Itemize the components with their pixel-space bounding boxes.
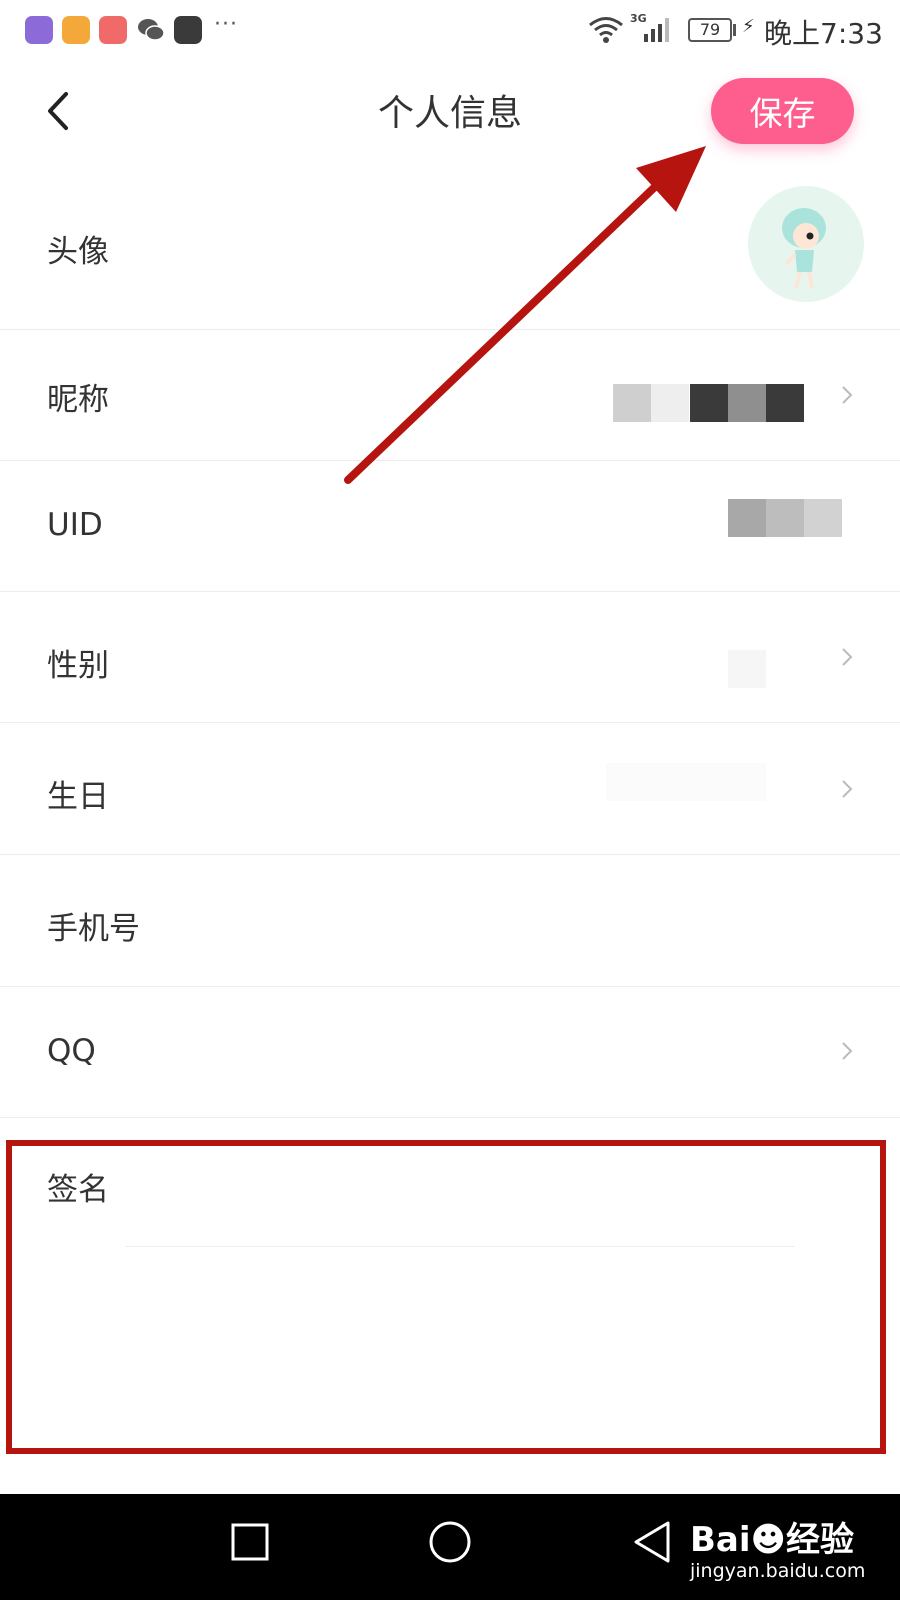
app-icon-1 <box>25 16 53 44</box>
birthday-value-redacted <box>606 763 766 801</box>
uid-value-redacted <box>728 499 766 537</box>
nickname-value-redacted <box>728 384 766 422</box>
row-nickname[interactable]: 昵称 <box>0 330 900 461</box>
more-notifications-icon: ··· <box>214 12 238 37</box>
chevron-right-icon <box>842 648 853 666</box>
status-bar: ··· 3G 79 ⚡ 晚上7:33 <box>0 0 900 62</box>
row-qq[interactable]: QQ <box>0 987 900 1118</box>
row-label: 性别 <box>47 648 109 684</box>
row-label: 头像 <box>47 234 109 270</box>
wechat-icon <box>137 16 165 44</box>
uid-value-redacted <box>804 499 842 537</box>
watermark-url: jingyan.baidu.com <box>690 1560 866 1582</box>
row-label: UID <box>47 507 103 543</box>
system-nav-bar: Bai☻经验 jingyan.baidu.com <box>0 1494 900 1600</box>
chevron-right-icon <box>842 780 853 798</box>
app-icon-3 <box>99 16 127 44</box>
back-nav-button[interactable] <box>632 1520 672 1564</box>
row-birthday[interactable]: 生日 <box>0 723 900 855</box>
battery-icon: 79 <box>688 18 732 42</box>
recent-apps-button[interactable] <box>230 1522 270 1562</box>
row-label: 手机号 <box>47 911 140 947</box>
home-button[interactable] <box>428 1520 472 1564</box>
avatar[interactable] <box>748 186 864 302</box>
nickname-value-redacted <box>766 384 804 422</box>
uid-value-redacted <box>766 499 804 537</box>
row-uid: UID <box>0 461 900 592</box>
chevron-right-icon <box>842 386 853 404</box>
watermark-logo: Bai☻经验 <box>690 1520 854 1560</box>
chevron-right-icon <box>842 1042 853 1060</box>
huawei-store-icon <box>174 16 202 44</box>
gender-value-redacted <box>728 650 766 688</box>
row-label: QQ <box>47 1033 96 1069</box>
wifi-icon <box>589 17 623 43</box>
nickname-value-redacted <box>690 384 728 422</box>
nickname-value-redacted <box>651 384 689 422</box>
battery-tip <box>733 24 736 36</box>
save-button[interactable]: 保存 <box>711 78 854 144</box>
avatar-image <box>782 208 826 289</box>
annotation-highlight-box <box>6 1140 886 1454</box>
charging-icon: ⚡ <box>742 16 755 37</box>
row-phone[interactable]: 手机号 <box>0 855 900 987</box>
row-label: 昵称 <box>47 382 109 418</box>
nickname-value-redacted <box>613 384 651 422</box>
clock: 晚上7:33 <box>764 17 883 50</box>
row-gender[interactable]: 性别 <box>0 592 900 723</box>
signal-icon <box>644 18 669 42</box>
header: 个人信息 保存 <box>0 62 900 168</box>
app-icon-2 <box>62 16 90 44</box>
row-label: 生日 <box>47 779 109 815</box>
